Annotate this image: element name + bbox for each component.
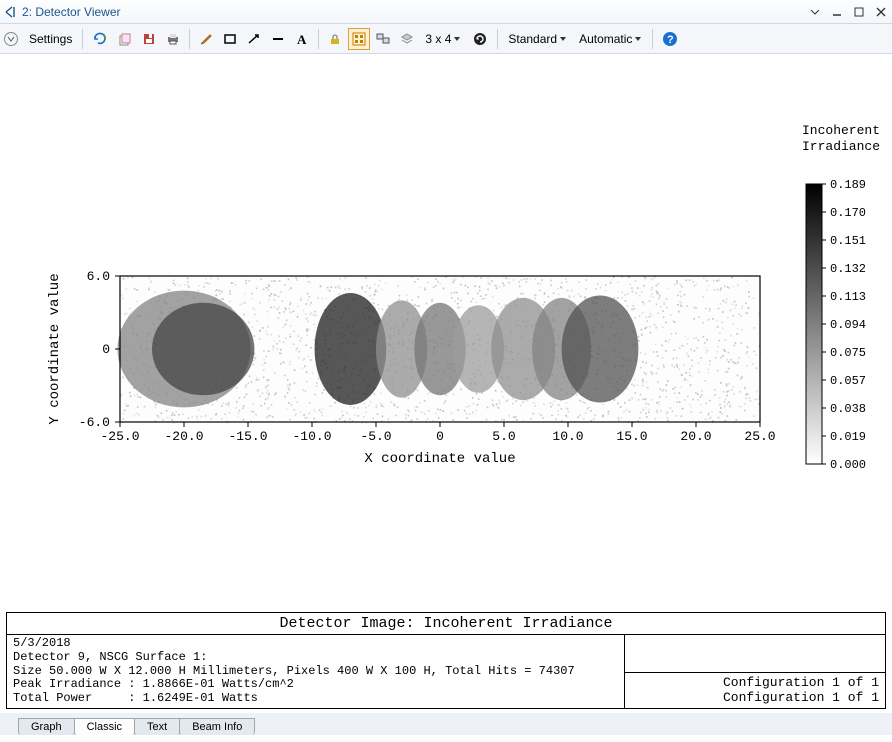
info-header: Detector Image: Incoherent Irradiance — [7, 613, 885, 635]
svg-text:0.113: 0.113 — [830, 290, 866, 304]
svg-text:0.189: 0.189 — [830, 178, 866, 192]
colorbar-label: Incoherent — [802, 123, 880, 138]
toolbar: Settings A 3 x 4 Standard Automatic ? — [0, 24, 892, 54]
tab-graph[interactable]: Graph — [18, 718, 75, 735]
settings-button[interactable]: Settings — [24, 28, 77, 50]
config-text: Configuration 1 of 1 Configuration 1 of … — [625, 673, 885, 708]
svg-text:?: ? — [667, 34, 674, 46]
svg-text:0.019: 0.019 — [830, 430, 866, 444]
app-icon — [4, 5, 18, 19]
dropdown-window-icon[interactable] — [808, 5, 822, 19]
tab-classic[interactable]: Classic — [74, 718, 135, 735]
svg-text:0.000: 0.000 — [830, 458, 866, 472]
tab-beam-info[interactable]: Beam Info — [179, 718, 255, 735]
svg-text:5.0: 5.0 — [492, 429, 515, 444]
help-icon[interactable]: ? — [658, 28, 682, 50]
grid-size-dropdown[interactable]: 3 x 4 — [420, 28, 466, 50]
svg-text:0.038: 0.038 — [830, 402, 866, 416]
svg-text:0.057: 0.057 — [830, 374, 866, 388]
layers-icon[interactable] — [396, 28, 418, 50]
svg-text:-20.0: -20.0 — [164, 429, 203, 444]
svg-text:25.0: 25.0 — [744, 429, 775, 444]
svg-text:6.0: 6.0 — [87, 269, 110, 284]
svg-text:0: 0 — [436, 429, 444, 444]
x-axis-label: X coordinate value — [364, 451, 515, 467]
maximize-button[interactable] — [852, 5, 866, 19]
view-mode-dropdown[interactable]: Standard — [503, 28, 572, 50]
refresh-circle-icon[interactable] — [468, 28, 492, 50]
window-layout-icon[interactable] — [372, 28, 394, 50]
info-right-spacer — [625, 635, 885, 673]
info-panel: Detector Image: Incoherent Irradiance 5/… — [6, 612, 886, 709]
svg-text:-10.0: -10.0 — [292, 429, 331, 444]
svg-text:0: 0 — [102, 342, 110, 357]
svg-text:0.094: 0.094 — [830, 318, 866, 332]
copy-icon[interactable] — [114, 28, 136, 50]
svg-text:0.151: 0.151 — [830, 234, 866, 248]
close-button[interactable] — [874, 5, 888, 19]
print-icon[interactable] — [162, 28, 184, 50]
pencil-icon[interactable] — [195, 28, 217, 50]
window-titlebar: 2: Detector Viewer — [0, 0, 892, 24]
info-text: 5/3/2018 Detector 9, NSCG Surface 1: Siz… — [7, 635, 625, 708]
svg-text:-15.0: -15.0 — [228, 429, 267, 444]
plot-area[interactable]: -25.0 -20.0 -15.0 -10.0 -5.0 0 5.0 10.0 15.0 20.0… — [0, 54, 892, 612]
svg-text:A: A — [297, 32, 307, 46]
tab-text[interactable]: Text — [134, 718, 180, 735]
svg-text:0.132: 0.132 — [830, 262, 866, 276]
line-icon[interactable] — [267, 28, 289, 50]
svg-text:-5.0: -5.0 — [360, 429, 391, 444]
text-icon[interactable]: A — [291, 28, 313, 50]
svg-text:0.170: 0.170 — [830, 206, 866, 220]
svg-text:-6.0: -6.0 — [79, 415, 110, 430]
svg-text:10.0: 10.0 — [552, 429, 583, 444]
scale-mode-dropdown[interactable]: Automatic — [574, 28, 647, 50]
lock-icon[interactable] — [324, 28, 346, 50]
svg-text:15.0: 15.0 — [616, 429, 647, 444]
minimize-button[interactable] — [830, 5, 844, 19]
svg-text:0.075: 0.075 — [830, 346, 866, 360]
zoom-fit-icon[interactable] — [348, 28, 370, 50]
y-axis-label: Y coordinate value — [47, 273, 63, 424]
arrow-icon[interactable] — [243, 28, 265, 50]
colorbar-label: Irradiance — [802, 139, 880, 154]
bottom-tabs: GraphClassicTextBeam Info — [0, 713, 892, 735]
svg-text:-25.0: -25.0 — [100, 429, 139, 444]
svg-text:20.0: 20.0 — [680, 429, 711, 444]
refresh-icon[interactable] — [88, 28, 112, 50]
save-icon[interactable] — [138, 28, 160, 50]
expand-settings-icon[interactable] — [4, 32, 18, 46]
rectangle-icon[interactable] — [219, 28, 241, 50]
window-title: 2: Detector Viewer — [22, 5, 808, 19]
